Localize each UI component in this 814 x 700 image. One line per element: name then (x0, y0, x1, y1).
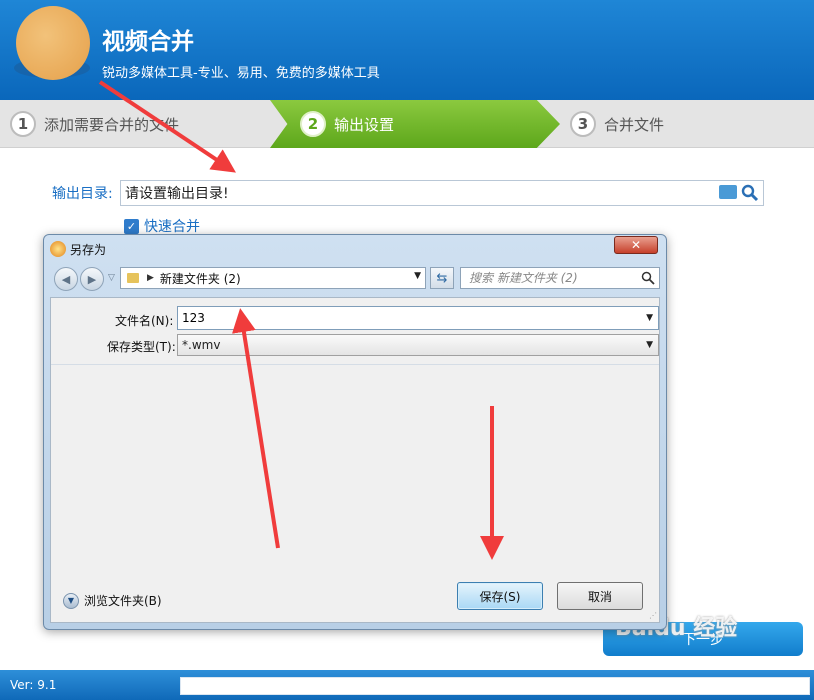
step-label: 添加需要合并的文件 (44, 115, 180, 134)
search-icon[interactable] (641, 271, 655, 285)
folder-icon (127, 273, 139, 283)
search-icon[interactable] (741, 184, 759, 202)
resize-grip-icon[interactable]: ⋰ (649, 611, 657, 620)
app-header: 视频合并 锐动多媒体工具-专业、易用、免费的多媒体工具 (0, 0, 814, 100)
breadcrumb-path[interactable]: 新建文件夹 (2) (160, 270, 241, 287)
filetype-select[interactable]: *.wmv ▼ (177, 334, 659, 356)
breadcrumb-chevron-icon[interactable]: ▶ (147, 273, 154, 283)
expand-arrow-icon[interactable]: ▼ (63, 592, 79, 609)
filename-label: 文件名(N): (115, 314, 174, 328)
folder-icon[interactable] (719, 185, 737, 199)
filename-field[interactable]: ▼ (177, 306, 659, 330)
step-label: 合并文件 (604, 115, 665, 134)
step-output-settings[interactable]: 2 输出设置 (300, 100, 394, 148)
version-text: Ver: 9.1 (10, 678, 57, 692)
step-add-files[interactable]: 1 添加需要合并的文件 (10, 100, 179, 148)
app-subtitle: 锐动多媒体工具-专业、易用、免费的多媒体工具 (102, 66, 380, 81)
chevron-down-icon[interactable]: ▼ (646, 313, 653, 323)
step-number: 2 (300, 111, 326, 137)
folder-search-input[interactable] (461, 268, 631, 288)
address-bar[interactable]: ▶ 新建文件夹 (2) ▼ (120, 267, 426, 289)
filetype-label: 保存类型(T): (107, 340, 176, 354)
save-button[interactable]: 保存(S) (457, 582, 543, 610)
step-number: 1 (10, 111, 36, 137)
app-title: 视频合并 (102, 29, 194, 55)
step-label: 输出设置 (334, 115, 395, 134)
divider (51, 364, 659, 365)
step-merge-files[interactable]: 3 合并文件 (570, 100, 664, 148)
dialog-app-icon (50, 241, 66, 257)
output-dir-label: 输出目录: (52, 186, 113, 202)
refresh-button[interactable]: ⇆ (430, 267, 454, 289)
history-dropdown-icon[interactable]: ▽ (108, 273, 115, 283)
back-arrow-icon[interactable]: ◀ (54, 267, 78, 291)
browse-folders-toggle[interactable]: ▼ 浏览文件夹(B) (63, 592, 162, 609)
save-as-dialog: 另存为 ✕ ◀ ▶ ▽ ▶ 新建文件夹 (2) ▼ ⇆ 文件名(N): ▼ 保存… (43, 234, 667, 630)
cancel-button[interactable]: 取消 (557, 582, 643, 610)
chevron-down-icon[interactable]: ▼ (646, 335, 653, 355)
status-bar: Ver: 9.1 (0, 670, 814, 700)
filetype-value: *.wmv (182, 338, 221, 352)
browse-folders-label: 浏览文件夹(B) (84, 594, 162, 608)
close-button[interactable]: ✕ (614, 236, 658, 254)
output-dir-field[interactable] (120, 180, 764, 206)
fast-merge-checkbox[interactable]: ✓ (124, 218, 139, 234)
forward-arrow-icon[interactable]: ▶ (80, 267, 104, 291)
fast-merge-option[interactable]: ✓ 快速合并 (124, 216, 200, 236)
folder-search-box[interactable] (460, 267, 660, 289)
dialog-title: 另存为 (70, 243, 107, 257)
output-dir-input[interactable] (121, 181, 701, 205)
step-bar: 1 添加需要合并的文件 2 输出设置 3 合并文件 (0, 100, 814, 148)
filename-input[interactable] (178, 307, 628, 329)
step-number: 3 (570, 111, 596, 137)
chevron-down-icon[interactable]: ▼ (414, 271, 421, 281)
app-logo (16, 6, 90, 80)
progress-bar (180, 677, 810, 695)
fast-merge-label: 快速合并 (144, 219, 200, 235)
dialog-body: 文件名(N): ▼ 保存类型(T): *.wmv ▼ ▼ 浏览文件夹(B) 保存… (50, 297, 660, 623)
navigation-bar: ◀ ▶ ▽ ▶ 新建文件夹 (2) ▼ ⇆ (52, 265, 660, 291)
